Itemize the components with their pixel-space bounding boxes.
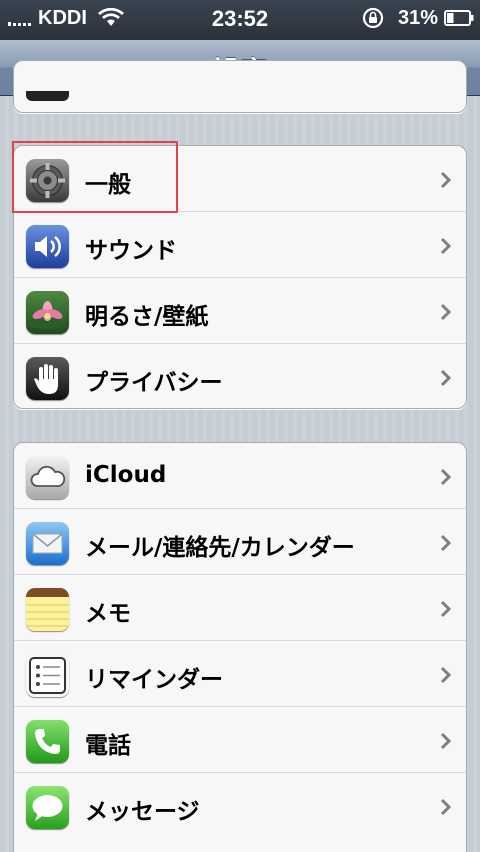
rotation-lock-icon	[362, 7, 384, 29]
reminders-icon	[26, 654, 69, 697]
settings-row-brightness-wallpaper[interactable]: 明るさ/壁紙	[14, 278, 466, 344]
settings-row-label: メール/連絡先/カレンダー	[85, 535, 355, 561]
cloud-icon	[26, 456, 69, 499]
settings-row-sounds[interactable]: サウンド	[14, 212, 466, 278]
messages-icon	[26, 786, 69, 829]
chevron-right-icon	[440, 732, 452, 750]
settings-row-label: メッセージ	[85, 799, 200, 825]
chevron-right-icon	[440, 303, 452, 321]
chevron-right-icon	[440, 171, 452, 189]
settings-row-phone[interactable]: 電話	[14, 707, 466, 773]
notes-icon	[26, 588, 69, 631]
settings-row-mail-contacts-calendars[interactable]: メール/連絡先/カレンダー	[14, 509, 466, 575]
phone-icon	[26, 720, 69, 763]
settings-row-label: リマインダー	[85, 667, 223, 693]
chevron-right-icon	[440, 600, 452, 618]
partial-icon	[26, 91, 69, 101]
settings-row-messages[interactable]: メッセージ	[14, 773, 466, 839]
chevron-right-icon	[440, 237, 452, 255]
settings-row-label: 電話	[85, 733, 131, 759]
chevron-right-icon	[440, 468, 452, 486]
settings-row-icloud[interactable]: iCloud	[14, 443, 466, 509]
chevron-right-icon	[440, 534, 452, 552]
settings-row-privacy[interactable]: プライバシー	[14, 344, 466, 408]
settings-row-label: iCloud	[85, 462, 167, 488]
settings-row-label: プライバシー	[85, 370, 223, 396]
settings-row-reminders[interactable]: リマインダー	[14, 641, 466, 707]
battery-percentage: 31%	[398, 7, 439, 29]
settings-row-label: サウンド	[85, 238, 177, 264]
status-bar: KDDI 23:52 31%	[0, 0, 480, 40]
settings-row-label: メモ	[85, 601, 131, 627]
battery-icon	[444, 10, 474, 26]
settings-group-apps: iCloud メール/連絡先/カレンダー メモ リマインダー 電話 メッセージ	[13, 442, 467, 852]
flower-wallpaper-icon	[26, 291, 69, 334]
highlight-box	[12, 141, 178, 213]
chevron-right-icon	[440, 666, 452, 684]
mail-icon	[26, 522, 69, 565]
hand-icon	[26, 357, 69, 400]
settings-row-notes[interactable]: メモ	[14, 575, 466, 641]
settings-row-label: 明るさ/壁紙	[85, 304, 209, 330]
settings-group-previous	[13, 60, 467, 113]
speaker-icon	[26, 225, 69, 268]
chevron-right-icon	[440, 798, 452, 816]
chevron-right-icon	[440, 369, 452, 387]
